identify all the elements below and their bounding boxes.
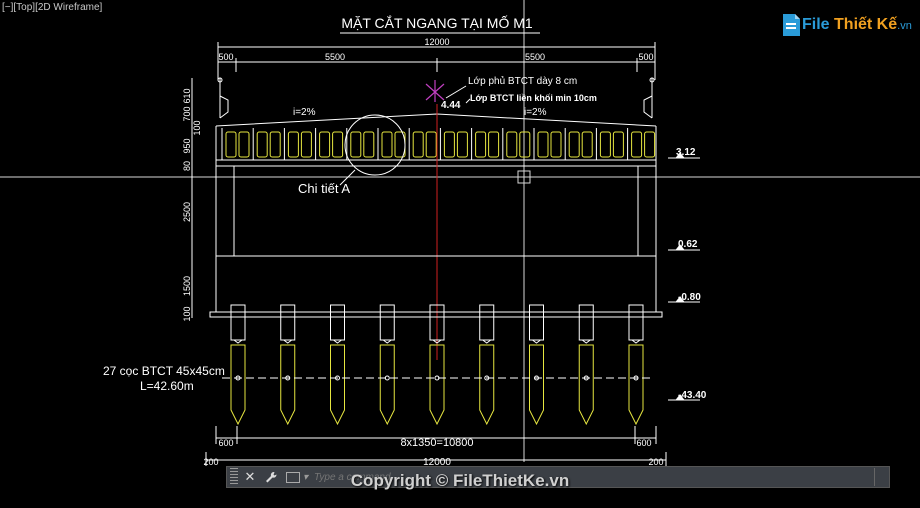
beam-void: [283, 128, 312, 160]
dim-left-2500: 2500: [182, 202, 192, 222]
beam-void: [346, 128, 375, 160]
dim-bottom-left: 600: [218, 438, 233, 448]
beam-void: [564, 128, 593, 160]
pile: [529, 304, 544, 426]
logo-text-file: File: [802, 16, 835, 33]
beam-void: [439, 128, 468, 160]
beam-void: [408, 128, 437, 160]
beam-void: [502, 128, 531, 160]
drawing-viewport[interactable]: MẶT CẮT NGANG TẠI MỐ M1 12000 500 5500 5…: [0, 0, 920, 508]
crown-elevation: 4.44: [441, 100, 461, 111]
dim-left-100a: 100: [192, 120, 202, 135]
dim-bottom-edge-left: 200: [203, 457, 218, 467]
deck-beams: [221, 128, 656, 160]
pile: [379, 304, 395, 426]
copyright-watermark: Copyright © FileThietKe.vn: [350, 471, 570, 490]
beam-void: [377, 128, 406, 160]
beam-void: [315, 128, 344, 160]
beam-void: [595, 128, 624, 160]
note-overlay: Lớp phủ BTCT dày 8 cm: [468, 75, 577, 87]
dim-top-left: 500: [218, 52, 233, 62]
crosshair-cursor: [0, 0, 920, 462]
elevation-markers: [668, 152, 700, 401]
beam-void: [533, 128, 562, 160]
pile: [230, 304, 246, 426]
dim-left-80: 80: [182, 161, 192, 171]
elev-3-12: 3.12: [676, 147, 696, 158]
slope-right: i=2%: [524, 107, 547, 118]
elev-minus-43-40: -43.40: [678, 390, 707, 401]
dim-left-100b: 100: [182, 306, 192, 321]
logo-mark-icon: [780, 12, 802, 38]
dim-top-right: 500: [638, 52, 653, 62]
beam-void: [221, 128, 250, 160]
dim-left-950: 950: [182, 138, 192, 153]
dim-bottom-spacing: 8x1350=10800: [400, 437, 473, 449]
logo-text-thietke: Thiết Kế: [834, 16, 898, 33]
elev-minus-0-80: -0.80: [678, 292, 701, 303]
cad-drawing[interactable]: MẶT CẮT NGANG TẠI MỐ M1 12000 500 5500 5…: [0, 0, 920, 508]
centerline-marker: [425, 80, 445, 102]
dim-top-mid-right: 5500: [525, 52, 545, 62]
pile: [280, 304, 296, 426]
beam-void: [252, 128, 281, 160]
logo-text-ext: .vn: [897, 20, 912, 32]
dim-left-1500: 1500: [182, 276, 192, 296]
abutment-body: [209, 166, 663, 318]
pile: [578, 304, 594, 426]
dim-bottom-right: 600: [636, 438, 651, 448]
slope-left: i=2%: [293, 107, 316, 118]
elev-0-62: 0.62: [678, 239, 698, 250]
note-fill: Lớp BTCT liền khối min 10cm: [470, 93, 597, 103]
beam-void: [627, 128, 656, 160]
logo-text: File Thiết Kế.vn: [802, 16, 912, 34]
dim-top-mid-left: 5500: [325, 52, 345, 62]
pile: [479, 304, 495, 426]
dim-left-700: 700: [182, 106, 192, 121]
detail-label: Chi tiết A: [298, 181, 350, 196]
top-dimension-lines: [217, 42, 656, 80]
drawing-title: MẶT CẮT NGANG TẠI MỐ M1: [341, 14, 533, 31]
site-logo: File Thiết Kế.vn: [780, 12, 912, 38]
dim-left-610: 610: [182, 88, 192, 103]
pile: [330, 304, 345, 426]
dim-total-top: 12000: [424, 37, 449, 47]
pile-label-1: 27 cọc BTCT 45x45cm: [103, 364, 225, 378]
pile-label-2: L=42.60m: [140, 379, 194, 393]
beam-void: [471, 128, 500, 160]
viewport-controls-label[interactable]: [−][Top][2D Wireframe]: [2, 2, 102, 13]
pile: [628, 304, 644, 426]
